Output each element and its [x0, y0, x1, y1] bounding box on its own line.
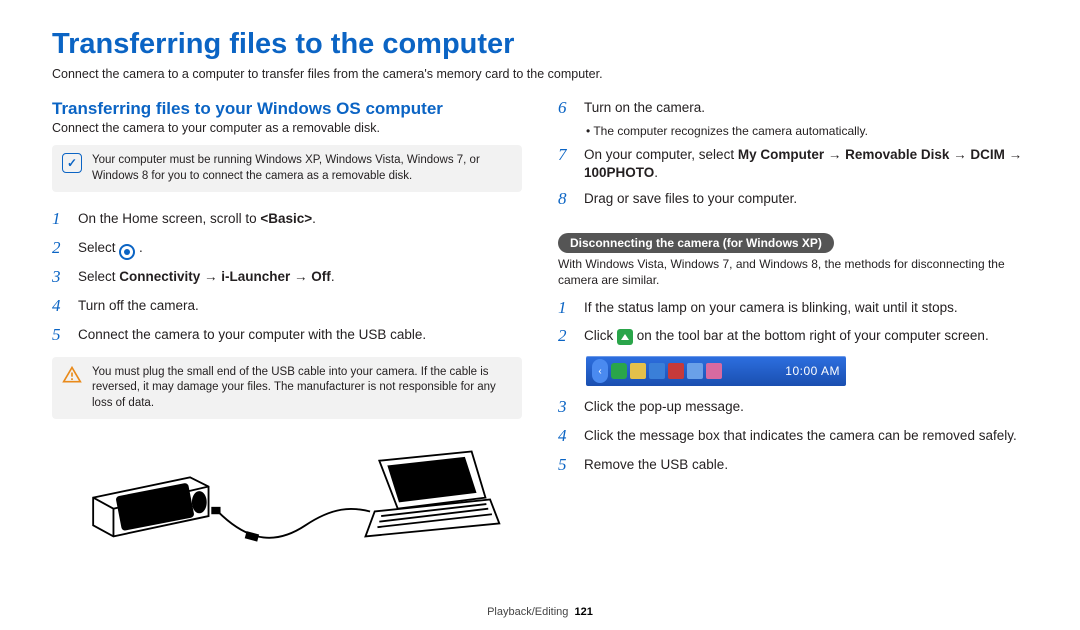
step-text: Click [584, 328, 617, 343]
windows-taskbar: ‹ 10:00 AM [586, 356, 846, 386]
step-7: 7 On your computer, select My Computer →… [558, 146, 1028, 182]
tray-icon [687, 363, 703, 379]
step-number: 1 [558, 297, 574, 320]
step-number: 8 [558, 188, 574, 211]
footer-section: Playback/Editing [487, 606, 568, 618]
step-bold: <Basic> [260, 211, 312, 226]
step-number: 5 [52, 324, 68, 347]
info-note: ✓ Your computer must be running Windows … [52, 145, 522, 192]
step-number: 4 [52, 295, 68, 318]
step-number: 4 [558, 425, 574, 448]
disconnect-subtext: With Windows Vista, Windows 7, and Windo… [558, 257, 1028, 288]
step-4: 4 Turn off the camera. [52, 297, 522, 318]
step-number: 5 [558, 454, 574, 477]
step-number: 2 [558, 325, 574, 348]
tray-icon [611, 363, 627, 379]
taskbar-time: 10:00 AM [785, 364, 840, 378]
step-2: 2 Select . [52, 239, 522, 260]
step-bold: Connectivity → i-Launcher → Off [119, 269, 331, 284]
step-text: Remove the USB cable. [584, 456, 728, 474]
disc-step-4: 4 Click the message box that indicates t… [558, 427, 1028, 448]
tray-expand-icon: ‹ [592, 359, 608, 383]
step-text: Select [78, 269, 119, 284]
step-number: 1 [52, 208, 68, 231]
step-text: Drag or save files to your computer. [584, 190, 797, 208]
section-subtext: Connect the camera to your computer as a… [52, 121, 522, 135]
warning-note: You must plug the small end of the USB c… [52, 357, 522, 420]
step-3: 3 Select Connectivity → i-Launcher → Off… [52, 268, 522, 289]
page-footer: Playback/Editing 121 [0, 606, 1080, 618]
warning-text: You must plug the small end of the USB c… [92, 365, 512, 412]
step-text: On the Home screen, scroll to [78, 211, 260, 226]
step-number: 6 [558, 97, 574, 120]
tray-icon [649, 363, 665, 379]
info-icon: ✓ [62, 153, 82, 173]
step-text: Turn off the camera. [78, 297, 199, 315]
info-note-text: Your computer must be running Windows XP… [92, 153, 512, 184]
right-column: 6 Turn on the camera. The computer recog… [558, 99, 1028, 553]
tray-icon [706, 363, 722, 379]
step-text: If the status lamp on your camera is bli… [584, 299, 958, 317]
section-heading: Transferring files to your Windows OS co… [52, 99, 522, 119]
safely-remove-icon [617, 329, 633, 345]
step-text: Click the pop-up message. [584, 398, 744, 416]
step-number: 3 [558, 396, 574, 419]
tray-icon [630, 363, 646, 379]
intro-text: Connect the camera to a computer to tran… [52, 67, 1028, 81]
step-6: 6 Turn on the camera. [558, 99, 1028, 120]
disc-step-3: 3 Click the pop-up message. [558, 398, 1028, 419]
left-column: Transferring files to your Windows OS co… [52, 99, 522, 553]
step-text: Click the message box that indicates the… [584, 427, 1017, 445]
step-text: On your computer, select [584, 147, 738, 162]
warning-icon [62, 365, 82, 385]
camera-laptop-illustration [52, 433, 522, 553]
step-number: 3 [52, 266, 68, 289]
step-text: Connect the camera to your computer with… [78, 326, 426, 344]
step-6-sub: The computer recognizes the camera autom… [586, 124, 1028, 138]
tray-icon [668, 363, 684, 379]
step-number: 7 [558, 144, 574, 167]
disconnect-heading: Disconnecting the camera (for Windows XP… [558, 233, 834, 253]
footer-page-number: 121 [575, 606, 593, 618]
step-8: 8 Drag or save files to your computer. [558, 190, 1028, 211]
step-text: Turn on the camera. [584, 99, 705, 117]
disc-step-5: 5 Remove the USB cable. [558, 456, 1028, 477]
disc-step-2: 2 Click on the tool bar at the bottom ri… [558, 327, 1028, 348]
step-number: 2 [52, 237, 68, 260]
page-title: Transferring files to the computer [52, 28, 1028, 61]
step-text: Select [78, 240, 119, 255]
step-1: 1 On the Home screen, scroll to <Basic>. [52, 210, 522, 231]
step-5: 5 Connect the camera to your computer wi… [52, 326, 522, 347]
disc-step-1: 1 If the status lamp on your camera is b… [558, 299, 1028, 320]
target-icon [119, 244, 135, 260]
